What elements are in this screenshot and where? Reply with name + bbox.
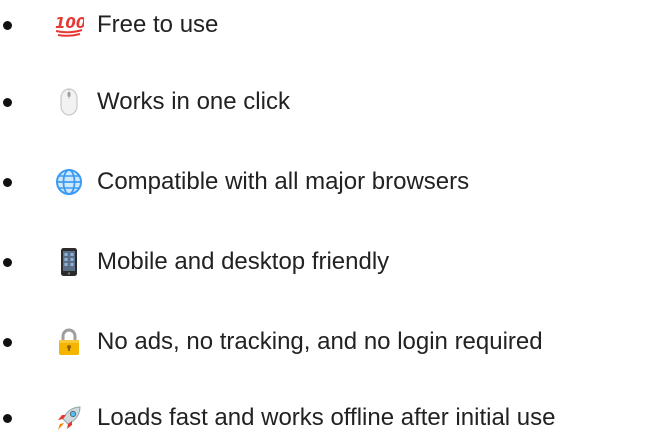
computer-mouse-icon bbox=[53, 86, 85, 118]
feature-list: 100 Free to use Works in one click Compa… bbox=[0, 0, 664, 430]
feature-label: Mobile and desktop friendly bbox=[97, 248, 390, 275]
svg-text:100: 100 bbox=[55, 14, 84, 32]
feature-label: Free to use bbox=[97, 11, 219, 38]
bullet bbox=[3, 21, 12, 30]
hundred-points-icon: 100 bbox=[53, 9, 85, 41]
bullet bbox=[3, 178, 12, 187]
bullet bbox=[3, 338, 12, 347]
rocket-icon bbox=[53, 402, 85, 430]
globe-icon bbox=[53, 166, 85, 198]
feature-label: Works in one click bbox=[97, 88, 290, 115]
bullet bbox=[3, 258, 12, 267]
mobile-phone-icon bbox=[53, 246, 85, 278]
feature-label: Loads fast and works offline after initi… bbox=[97, 404, 556, 430]
feature-label: No ads, no tracking, and no login requir… bbox=[97, 328, 543, 355]
bullet bbox=[3, 414, 12, 423]
lock-icon bbox=[53, 326, 85, 358]
bullet bbox=[3, 98, 12, 107]
feature-label: Compatible with all major browsers bbox=[97, 168, 470, 195]
